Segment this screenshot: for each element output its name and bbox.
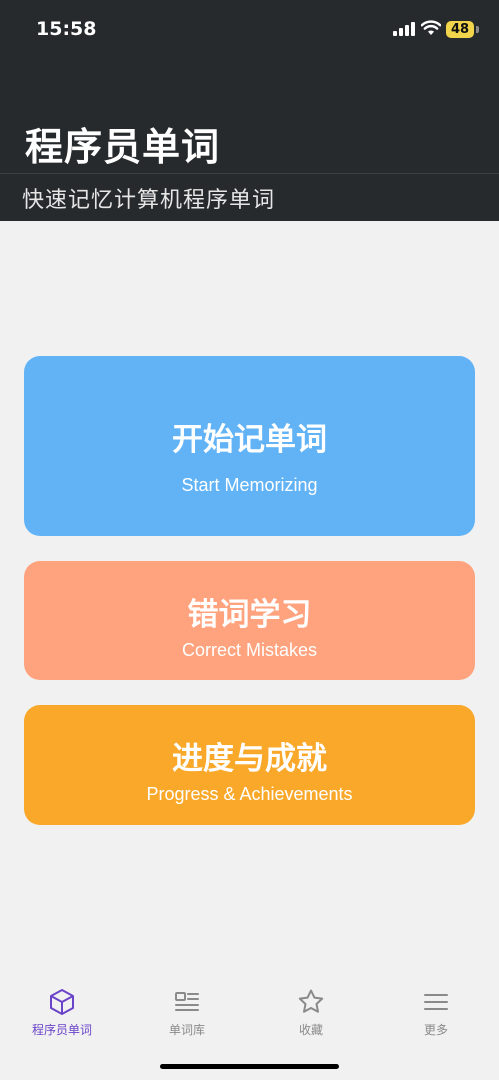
tab-bar: 程序员单词 单词库 收藏 更多 [0,980,499,1050]
cellular-signal-icon [393,22,417,36]
battery-cap [476,26,479,33]
tab-more[interactable]: 更多 [386,980,486,1050]
menu-icon [424,994,448,1010]
tab-label: 单词库 [168,1023,205,1037]
tab-label: 更多 [423,1023,448,1037]
header-divider [0,173,499,174]
cube-icon [50,989,74,1015]
star-icon [298,989,324,1013]
correct-mistakes-button[interactable]: 错词学习 Correct Mistakes [24,561,475,680]
start-memorizing-subtitle: Start Memorizing [181,475,318,495]
progress-achievements-button[interactable]: 进度与成就 Progress & Achievements [24,705,475,825]
correct-mistakes-subtitle: Correct Mistakes [181,640,318,660]
progress-achievements-title: 进度与成就 [172,741,327,777]
start-memorizing-title: 开始记单词 [172,422,327,458]
status-time: 15:58 [36,18,97,40]
page-subtitle: 快速记忆计算机程序单词 [22,188,276,213]
battery-icon: 48 [446,21,474,38]
tab-favorites[interactable]: 收藏 [261,980,361,1050]
list-icon [175,992,199,1011]
wifi-icon [421,20,441,35]
correct-mistakes-title: 错词学习 [187,597,312,633]
app-header: 15:58 48 程序员单词 快速记忆计算机程序单词 [0,0,499,221]
battery-level: 48 [450,22,470,37]
page-title: 程序员单词 [25,125,221,169]
tab-word-library[interactable]: 单词库 [137,980,237,1050]
tab-label: 收藏 [298,1023,323,1037]
tab-programmer-words[interactable]: 程序员单词 [12,980,112,1050]
progress-achievements-subtitle: Progress & Achievements [146,784,353,804]
home-indicator[interactable] [160,1064,339,1069]
start-memorizing-button[interactable]: 开始记单词 Start Memorizing [24,356,475,536]
status-bar: 15:58 48 [0,0,499,60]
tab-label: 程序员单词 [31,1023,92,1037]
